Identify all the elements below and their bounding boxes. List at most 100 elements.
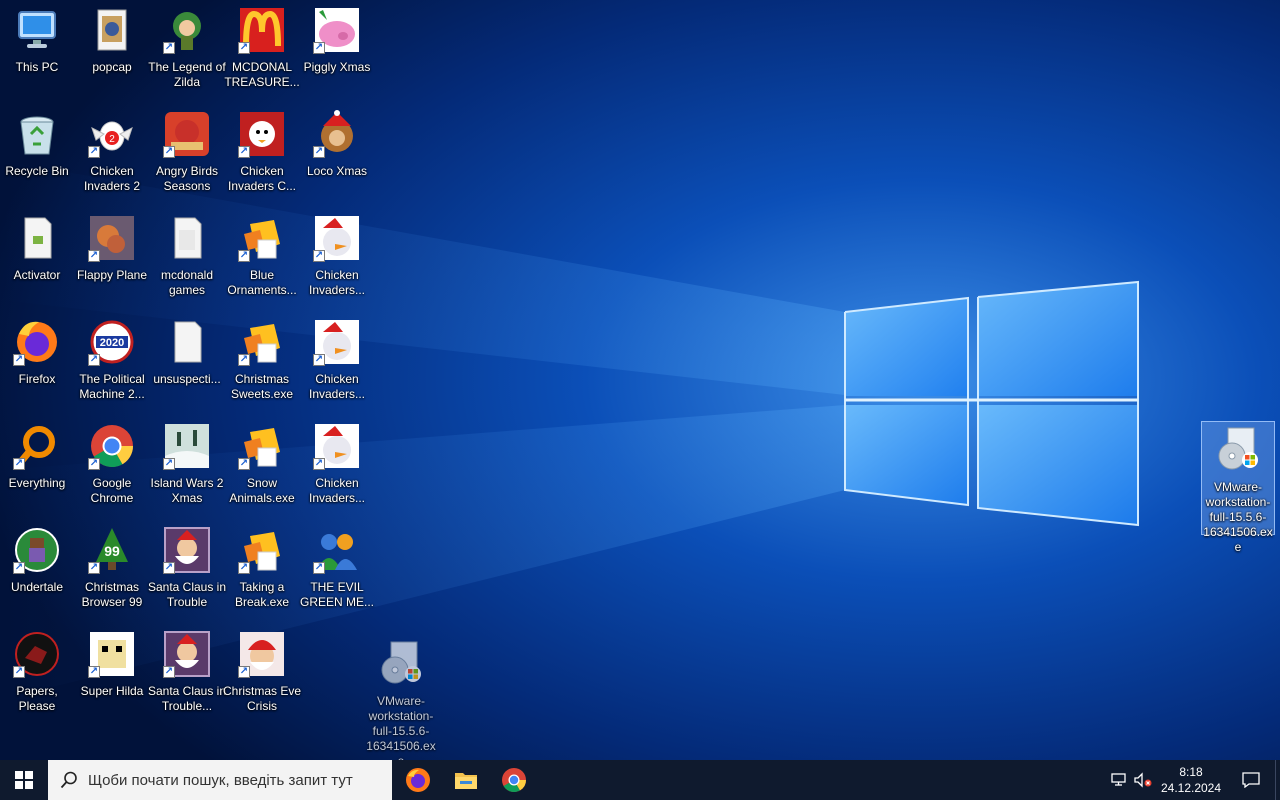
taking-a-break-icon: ↗ <box>238 526 286 574</box>
shortcut-arrow-icon: ↗ <box>13 458 25 470</box>
angry-birds-seasons-icon: ↗ <box>163 110 211 158</box>
desktop-icon-christmas-browser[interactable]: 99 ↗ Christmas Browser 99 <box>75 522 149 622</box>
political-machine-icon: 2020 ↗ <box>88 318 136 366</box>
desktop-icon-activator[interactable]: Activator <box>0 210 74 310</box>
desktop-icon-flappy-plane[interactable]: ↗ Flappy Plane <box>75 210 149 310</box>
desktop-icon-chicken-invaders-c[interactable]: ↗ Chicken Invaders C... <box>225 106 299 206</box>
search-placeholder: Щоби почати пошук, введіть запит тут <box>88 771 353 789</box>
desktop-icon-label: popcap <box>92 60 132 74</box>
desktop-icon-label: Undertale <box>10 580 64 594</box>
desktop-icon-political-machine[interactable]: 2020 ↗ The Political Machine 2... <box>75 314 149 414</box>
desktop-icon-mcdonald-games[interactable]: mcdonald games <box>150 210 224 310</box>
show-desktop-button[interactable] <box>1275 760 1280 800</box>
desktop-icon-angry-birds-seasons[interactable]: ↗ Angry Birds Seasons <box>150 106 224 206</box>
shortcut-arrow-icon: ↗ <box>238 42 250 54</box>
desktop-icon-chicken-invaders[interactable]: ↗ Chicken Invaders... <box>300 314 374 414</box>
network-disconnected-icon <box>1111 773 1126 786</box>
desktop-icon-everything-search[interactable]: ↗ Everything <box>0 418 74 518</box>
desktop-icon-island-wars[interactable]: ↗ Island Wars 2 Xmas <box>150 418 224 518</box>
desktop-icon-this-pc[interactable]: This PC <box>0 2 74 102</box>
christmas-eve-crisis-icon: ↗ <box>238 630 286 678</box>
christmas-sweets-icon: ↗ <box>238 318 286 366</box>
desktop[interactable]: This PC popcap ↗ The Legend of Zilda ↗ MCDONA… <box>0 0 1280 768</box>
desktop-icon-label: Chicken Invaders 2 <box>83 164 141 193</box>
shortcut-arrow-icon: ↗ <box>163 666 175 678</box>
taskbar-google-chrome[interactable] <box>490 760 538 800</box>
desktop-icon-taking-a-break[interactable]: ↗ Taking a Break.exe <box>225 522 299 622</box>
shortcut-arrow-icon: ↗ <box>313 146 325 158</box>
desktop-icon-label: Chicken Invaders... <box>308 372 366 401</box>
shortcut-arrow-icon: ↗ <box>13 666 25 678</box>
activator-icon <box>13 214 61 262</box>
desktop-icon-santa-claus-trouble[interactable]: ↗ Santa Claus in Trouble... <box>148 626 226 726</box>
desktop-icon-label: Chicken Invaders... <box>308 268 366 297</box>
clock[interactable]: 8:18 24.12.2024 <box>1155 760 1227 800</box>
volume-button[interactable] <box>1131 760 1155 800</box>
desktop-icon-christmas-eve-crisis[interactable]: ↗ Christmas Eve Crisis <box>222 626 302 726</box>
desktop-icon-legend-of-zilda[interactable]: ↗ The Legend of Zilda <box>148 2 226 102</box>
piggly-xmas-icon: ↗ <box>313 6 361 54</box>
papers-please-icon: ↗ <box>13 630 61 678</box>
desktop-icon-mcdonald-treasure[interactable]: ↗ MCDONAL TREASURE... <box>224 2 300 102</box>
desktop-icon-super-hilda[interactable]: ↗ Super Hilda <box>75 626 149 726</box>
desktop-icon-label: Firefox <box>18 372 56 386</box>
dragged-file-ghost[interactable]: VMware-workstation-full-15.5.6-16341506.… <box>364 636 438 768</box>
desktop-icon-chicken-invaders[interactable]: ↗ Chicken Invaders... <box>300 210 374 310</box>
desktop-icon-label: THE EVIL GREEN ME... <box>299 580 374 609</box>
shortcut-arrow-icon: ↗ <box>238 354 250 366</box>
shortcut-arrow-icon: ↗ <box>163 562 175 574</box>
shortcut-arrow-icon: ↗ <box>13 562 25 574</box>
start-button[interactable] <box>0 760 48 800</box>
shortcut-arrow-icon: ↗ <box>313 250 325 262</box>
action-center-button[interactable] <box>1227 760 1275 800</box>
desktop-icon-snow-animals[interactable]: ↗ Snow Animals.exe <box>225 418 299 518</box>
desktop-icon-loco-xmas[interactable]: ↗ Loco Xmas <box>300 106 374 206</box>
search-input[interactable]: Щоби почати пошук, введіть запит тут <box>48 760 392 800</box>
desktop-icon-label: VMware-workstation-full-15.5.6-16341506.… <box>366 694 436 768</box>
shortcut-arrow-icon: ↗ <box>88 250 100 262</box>
desktop-icon-chicken-invaders[interactable]: ↗ Chicken Invaders... <box>300 418 374 518</box>
installer-disc-icon <box>1214 426 1262 474</box>
desktop-icon-piggly-xmas[interactable]: ↗ Piggly Xmas <box>300 2 374 102</box>
desktop-icon-label: Taking a Break.exe <box>234 580 290 609</box>
desktop-icon-firefox[interactable]: ↗ Firefox <box>0 314 74 414</box>
desktop-icon-christmas-sweets[interactable]: ↗ Christmas Sweets.exe <box>225 314 299 414</box>
desktop-icon-label: Flappy Plane <box>76 268 148 282</box>
shortcut-arrow-icon: ↗ <box>88 562 100 574</box>
clock-date: 24.12.2024 <box>1160 781 1222 795</box>
desktop-icon-unsuspecti[interactable]: unsuspecti... <box>150 314 224 414</box>
desktop-icon-evil-green-me[interactable]: ↗ THE EVIL GREEN ME... <box>300 522 374 622</box>
desktop-icon-label: Snow Animals.exe <box>229 476 295 505</box>
folder-icon <box>455 773 477 789</box>
shortcut-arrow-icon: ↗ <box>163 146 175 158</box>
desktop-icon-recycle-bin[interactable]: Recycle Bin <box>0 106 74 206</box>
taskbar-firefox[interactable] <box>394 760 442 800</box>
desktop-icon-papers-please[interactable]: ↗ Papers, Please <box>0 626 74 726</box>
desktop-icon-chicken-invaders-2[interactable]: 2 ↗ Chicken Invaders 2 <box>75 106 149 206</box>
desktop-icon-label: Christmas Eve Crisis <box>222 684 302 713</box>
shortcut-arrow-icon: ↗ <box>313 562 325 574</box>
desktop-icon-santa-claus-trouble[interactable]: ↗ Santa Claus in Trouble <box>147 522 227 622</box>
desktop-icon-blue-ornaments[interactable]: ↗ Blue Ornaments... <box>225 210 299 310</box>
chrome-icon <box>502 768 526 793</box>
chicken-invaders-icon: ↗ <box>313 214 361 262</box>
google-chrome-icon: ↗ <box>88 422 136 470</box>
shortcut-arrow-icon: ↗ <box>313 458 325 470</box>
snow-animals-icon: ↗ <box>238 422 286 470</box>
taskbar-file-explorer[interactable] <box>442 760 490 800</box>
desktop-icon-label: Recycle Bin <box>5 164 69 178</box>
network-button[interactable] <box>1107 760 1131 800</box>
notifications-icon <box>1242 772 1260 788</box>
chicken-invaders-icon: ↗ <box>313 422 361 470</box>
chicken-invaders-2-icon: 2 ↗ <box>88 110 136 158</box>
desktop-icon-label: VMware-workstation-full-15.5.6-16341506.… <box>1203 480 1273 554</box>
desktop-icon-popcap[interactable]: popcap <box>75 2 149 102</box>
unsuspecti-icon <box>163 318 211 366</box>
desktop-icon-label: This PC <box>15 60 59 74</box>
shortcut-arrow-icon: ↗ <box>238 562 250 574</box>
chicken-invaders-c-icon: ↗ <box>238 110 286 158</box>
desktop-icon-vmware-installer-selected[interactable]: VMware-workstation-full-15.5.6-16341506.… <box>1201 421 1275 554</box>
desktop-icon-google-chrome[interactable]: ↗ Google Chrome <box>75 418 149 518</box>
desktop-icon-undertale[interactable]: ↗ Undertale <box>0 522 74 622</box>
desktop-icon-label: Santa Claus in Trouble <box>147 580 227 609</box>
